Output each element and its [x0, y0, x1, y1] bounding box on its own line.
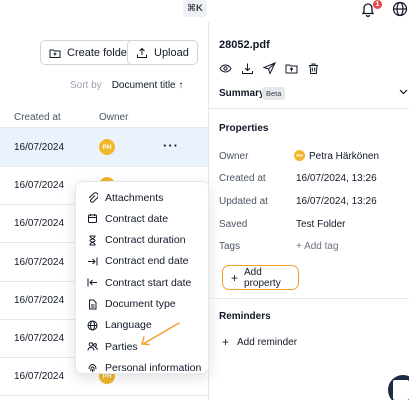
created-date-cell: 16/07/2024	[14, 295, 65, 306]
chevron-down-icon[interactable]	[398, 86, 409, 97]
folder-plus-icon	[49, 49, 61, 58]
menu-item-label: Personal information	[105, 361, 202, 374]
column-header-owner[interactable]: Owner	[99, 112, 128, 123]
document-icon	[89, 299, 97, 309]
created-date-cell: 16/07/2024	[14, 218, 65, 229]
add-property-label: Add property	[244, 266, 281, 289]
add-property-button[interactable]: + Add property	[222, 265, 299, 290]
fingerprint-icon	[88, 364, 97, 373]
help-widget-icon	[393, 380, 409, 400]
menu-item-label: Contract duration	[105, 234, 186, 247]
upload-button[interactable]: Upload	[127, 40, 198, 65]
properties-divider	[209, 298, 409, 299]
created-date-cell: 16/07/2024	[14, 180, 65, 191]
created-date-cell: 16/07/2024	[14, 371, 65, 382]
calendar-icon	[88, 214, 97, 224]
trash-icon[interactable]	[307, 62, 320, 75]
avatar: PH	[99, 139, 115, 155]
updated-at-label: Updated at	[219, 196, 268, 207]
menu-item-label: Contract date	[105, 212, 169, 225]
avatar: PH	[294, 150, 305, 161]
plus-icon: +	[222, 335, 230, 349]
download-icon[interactable]	[241, 62, 254, 75]
top-bar: ⌘K 1	[0, 0, 409, 22]
send-icon[interactable]	[263, 62, 276, 75]
upload-icon	[137, 47, 147, 58]
reminders-heading: Reminders	[219, 311, 271, 322]
create-folder-label: Create folder	[67, 46, 131, 59]
properties-heading: Properties	[219, 123, 269, 134]
menu-item-label: Parties	[105, 340, 138, 353]
globe-icon	[87, 320, 98, 331]
created-date-cell: 16/07/2024	[14, 142, 65, 153]
saved-label: Saved	[219, 219, 248, 230]
sort-control[interactable]: Sort by Document title ↑	[70, 80, 183, 91]
file-toolbar	[219, 62, 320, 75]
menu-item-contract-duration[interactable]: Contract duration	[76, 230, 208, 251]
menu-item-personal-information[interactable]: Personal information	[76, 357, 208, 374]
menu-item-label: Contract end date	[105, 255, 189, 268]
upload-label: Upload	[154, 46, 189, 59]
owner-value[interactable]: Petra Härkönen	[309, 151, 379, 162]
column-header-created-at[interactable]: Created at	[14, 112, 61, 123]
created-date-cell: 16/07/2024	[14, 333, 65, 344]
eye-icon[interactable]	[219, 62, 232, 75]
saved-folder-link[interactable]: Test Folder	[296, 219, 345, 230]
plus-icon: +	[231, 270, 239, 285]
summary-divider	[209, 108, 409, 109]
globe-icon[interactable]	[392, 1, 408, 17]
arrow-left-bar-icon	[87, 278, 97, 287]
owner-label: Owner	[219, 151, 249, 162]
summary-heading[interactable]: Summary	[219, 88, 265, 99]
table-row[interactable]: 16/07/2024 PH ···	[0, 128, 208, 166]
hourglass-icon	[89, 235, 96, 246]
create-folder-button[interactable]: Create folder	[40, 40, 140, 65]
more-options-icon[interactable]: ···	[163, 138, 179, 153]
created-at-value: 16/07/2024, 13:26	[296, 173, 377, 184]
tags-label: Tags	[219, 241, 241, 252]
menu-item-label: Attachments	[105, 191, 164, 204]
sort-label: Sort by	[70, 80, 102, 91]
file-title: 28052.pdf	[219, 39, 270, 51]
annotation-arrow	[141, 322, 180, 346]
menu-item-label: Document type	[105, 298, 176, 310]
add-reminder-button[interactable]: + Add reminder	[222, 336, 297, 348]
created-date-cell: 16/07/2024	[14, 257, 65, 268]
search-shortcut-badge[interactable]: ⌘K	[183, 0, 207, 17]
menu-item-attachments[interactable]: Attachments	[76, 187, 208, 208]
updated-at-value: 16/07/2024, 13:26	[296, 196, 377, 207]
menu-item-document-type[interactable]: Document type	[76, 294, 208, 315]
paperclip-icon	[88, 192, 98, 203]
add-reminder-label: Add reminder	[237, 336, 298, 348]
move-to-folder-icon[interactable]	[285, 62, 298, 75]
menu-item-contract-date[interactable]: Contract date	[76, 208, 208, 229]
row-divider	[0, 395, 208, 396]
users-icon	[87, 342, 98, 351]
notification-badge: 1	[373, 0, 382, 9]
menu-item-label: Contract start date	[105, 276, 192, 289]
arrow-right-bar-icon	[88, 257, 98, 266]
created-at-label: Created at	[219, 173, 266, 184]
beta-badge: Beta	[262, 87, 286, 100]
menu-item-contract-start-date[interactable]: Contract start date	[76, 272, 208, 293]
menu-item-contract-end-date[interactable]: Contract end date	[76, 251, 208, 272]
add-tag-button[interactable]: + Add tag	[296, 241, 339, 252]
sort-value[interactable]: Document title ↑	[112, 80, 184, 91]
